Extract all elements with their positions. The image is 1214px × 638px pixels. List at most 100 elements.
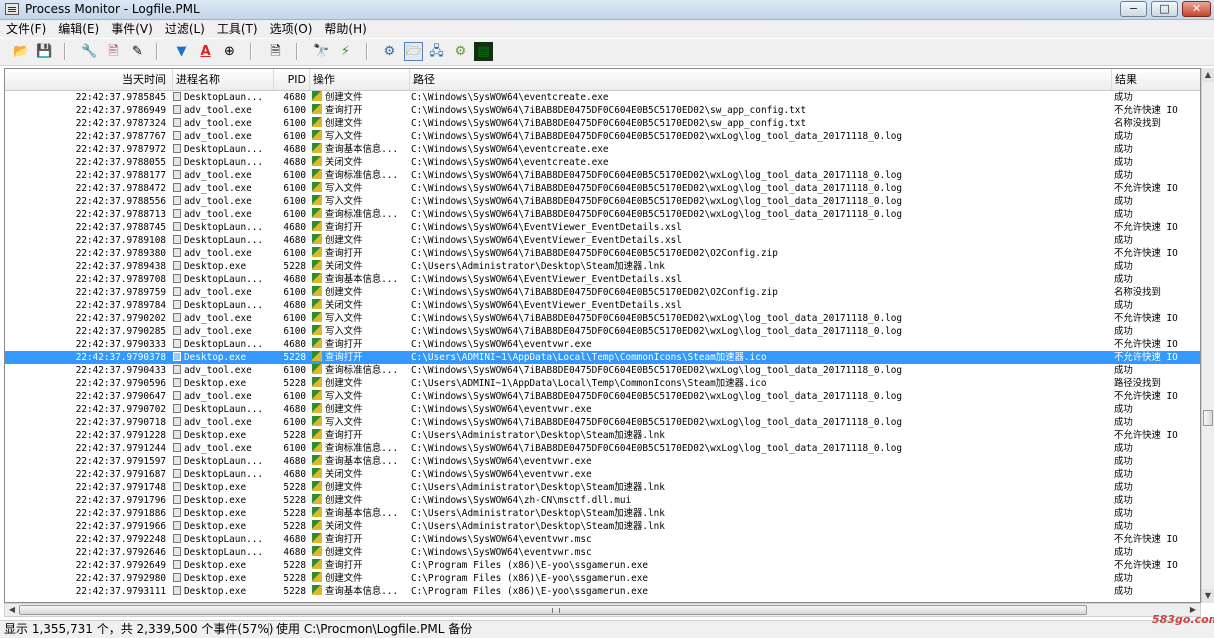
- menu-options[interactable]: 选项(O): [264, 20, 319, 38]
- event-row[interactable]: 22:42:37.9792248 DesktopLaun... 4680 查询打开 C:…: [5, 533, 1200, 546]
- open-icon[interactable]: 📂: [12, 42, 31, 61]
- event-row[interactable]: 22:42:37.9790433 adv_tool.exe 6100 查询标准信息..…: [5, 364, 1200, 377]
- event-path: C:\Users\Administrator\Desktop\Steam加速器.…: [411, 521, 665, 532]
- event-row[interactable]: 22:42:37.9792646 DesktopLaun... 4680 创建文件 C:…: [5, 546, 1200, 559]
- process-tree-icon[interactable]: 🗎: [266, 42, 285, 61]
- event-row[interactable]: 22:42:37.9791244 adv_tool.exe 6100 查询标准信息..…: [5, 442, 1200, 455]
- event-row[interactable]: 22:42:37.9788472 adv_tool.exe 6100 写入文件 C:\W…: [5, 182, 1200, 195]
- event-row[interactable]: 22:42:37.9791886 Desktop.exe 5228 查询基本信息...…: [5, 507, 1200, 520]
- save-icon[interactable]: 💾: [35, 42, 54, 61]
- event-row[interactable]: 22:42:37.9792649 Desktop.exe 5228 查询打开 C:\Pr…: [5, 559, 1200, 572]
- filter-icon[interactable]: ▼: [172, 42, 191, 61]
- event-row[interactable]: 22:42:37.9793111 Desktop.exe 5228 查询基本信息...…: [5, 585, 1200, 598]
- minimize-button[interactable]: −: [1120, 1, 1147, 17]
- event-time: 22:42:37.9788713: [75, 209, 166, 220]
- event-row[interactable]: 22:42:37.9790285 adv_tool.exe 6100 写入文件 C:\W…: [5, 325, 1200, 338]
- event-row[interactable]: 22:42:37.9785845 DesktopLaun... 4680 创建文件 C:…: [5, 91, 1200, 104]
- event-path-cell: C:\Windows\SysWOW64\7iBAB8DE0475DF0C604E…: [411, 312, 1111, 325]
- column-result[interactable]: 结果: [1112, 69, 1200, 90]
- event-row[interactable]: 22:42:37.9791966 Desktop.exe 5228 关闭文件 C:\Us…: [5, 520, 1200, 533]
- scroll-up-icon[interactable]: ▲: [1202, 68, 1214, 82]
- column-time[interactable]: 当天时间: [5, 69, 173, 90]
- autoscroll-icon[interactable]: 🖹: [104, 42, 123, 61]
- event-row[interactable]: 22:42:37.9789708 DesktopLaun... 4680 查询基本信息…: [5, 273, 1200, 286]
- menu-file[interactable]: 文件(F): [0, 20, 52, 38]
- event-path-cell: C:\Windows\SysWOW64\7iBAB8DE0475DF0C604E…: [411, 286, 1111, 299]
- event-result: 成功: [1114, 404, 1133, 415]
- column-process[interactable]: 进程名称: [173, 69, 274, 90]
- event-row[interactable]: 22:42:37.9791228 Desktop.exe 5228 查询打开 C:\Us…: [5, 429, 1200, 442]
- column-operation[interactable]: 操作: [310, 69, 410, 90]
- event-row[interactable]: 22:42:37.9789438 Desktop.exe 5228 关闭文件 C:\Us…: [5, 260, 1200, 273]
- event-time-cell: 22:42:37.9788556: [5, 195, 166, 208]
- close-button[interactable]: ✕: [1182, 1, 1211, 17]
- event-row[interactable]: 22:42:37.9789759 adv_tool.exe 6100 创建文件 C:\W…: [5, 286, 1200, 299]
- event-path: C:\Windows\SysWOW64\7iBAB8DE0475DF0C604E…: [411, 170, 903, 181]
- event-row[interactable]: 22:42:37.9788745 DesktopLaun... 4680 查询打开 C:…: [5, 221, 1200, 234]
- menu-event[interactable]: 事件(V): [105, 20, 159, 38]
- event-row[interactable]: 22:42:37.9790378 Desktop.exe 5228 查询打开 C:\Us…: [5, 351, 1200, 364]
- event-time: 22:42:37.9790718: [75, 417, 166, 428]
- process-thread-icon[interactable]: ⚙: [451, 42, 470, 61]
- profiling-icon[interactable]: ▤: [474, 42, 493, 61]
- vertical-scroll-thumb[interactable]: [1203, 410, 1213, 426]
- event-process: DesktopLaun...: [184, 235, 264, 246]
- event-row[interactable]: 22:42:37.9790202 adv_tool.exe 6100 写入文件 C:\W…: [5, 312, 1200, 325]
- scroll-left-icon[interactable]: ◀: [5, 604, 19, 616]
- event-row[interactable]: 22:42:37.9787767 adv_tool.exe 6100 写入文件 C:\W…: [5, 130, 1200, 143]
- event-row[interactable]: 22:42:37.9791748 Desktop.exe 5228 创建文件 C:\Us…: [5, 481, 1200, 494]
- filesystem-operation-icon: [312, 572, 322, 582]
- registry-icon[interactable]: ⚙: [380, 42, 399, 61]
- event-pid: 5228: [283, 521, 306, 532]
- event-row[interactable]: 22:42:37.9790596 Desktop.exe 5228 创建文件 C:\Us…: [5, 377, 1200, 390]
- highlight-icon[interactable]: A: [196, 42, 215, 61]
- event-path-cell: C:\Windows\SysWOW64\7iBAB8DE0475DF0C604E…: [411, 117, 1111, 130]
- network-icon[interactable]: 🖧: [427, 42, 446, 61]
- event-row[interactable]: 22:42:37.9790647 adv_tool.exe 6100 写入文件 C:\W…: [5, 390, 1200, 403]
- event-row[interactable]: 22:42:37.9789108 DesktopLaun... 4680 创建文件 C:…: [5, 234, 1200, 247]
- maximize-button[interactable]: □: [1151, 1, 1178, 17]
- event-row[interactable]: 22:42:37.9788177 adv_tool.exe 6100 查询标准信息..…: [5, 169, 1200, 182]
- event-row[interactable]: 22:42:37.9790702 DesktopLaun... 4680 创建文件 C:…: [5, 403, 1200, 416]
- menu-tools[interactable]: 工具(T): [211, 20, 264, 38]
- event-row[interactable]: 22:42:37.9786949 adv_tool.exe 6100 查询打开 C:\W…: [5, 104, 1200, 117]
- event-path-cell: C:\Windows\SysWOW64\7iBAB8DE0475DF0C604E…: [411, 247, 1111, 260]
- event-row[interactable]: 22:42:37.9787972 DesktopLaun... 4680 查询基本信息…: [5, 143, 1200, 156]
- find-icon[interactable]: 🔭: [312, 42, 331, 61]
- event-pid: 6100: [283, 105, 306, 116]
- menu-filter[interactable]: 过滤(L): [159, 20, 211, 38]
- event-row[interactable]: 22:42:37.9787324 adv_tool.exe 6100 创建文件 C:\W…: [5, 117, 1200, 130]
- event-time-cell: 22:42:37.9789708: [5, 273, 166, 286]
- event-row[interactable]: 22:42:37.9789784 DesktopLaun... 4680 关闭文件 C:…: [5, 299, 1200, 312]
- event-row[interactable]: 22:42:37.9789380 adv_tool.exe 6100 查询打开 C:\W…: [5, 247, 1200, 260]
- target-icon[interactable]: ⊕: [220, 42, 239, 61]
- event-process: adv_tool.exe: [184, 313, 252, 324]
- horizontal-scroll-thumb[interactable]: [19, 605, 1087, 615]
- horizontal-scrollbar[interactable]: ◀ ▶: [4, 603, 1201, 617]
- event-operation: 关闭文件: [325, 469, 363, 480]
- event-row[interactable]: 22:42:37.9792980 Desktop.exe 5228 创建文件 C:\Pr…: [5, 572, 1200, 585]
- event-row[interactable]: 22:42:37.9791597 DesktopLaun... 4680 查询基本信息…: [5, 455, 1200, 468]
- event-row[interactable]: 22:42:37.9791687 DesktopLaun... 4680 关闭文件 C:…: [5, 468, 1200, 481]
- event-row[interactable]: 22:42:37.9788713 adv_tool.exe 6100 查询标准信息..…: [5, 208, 1200, 221]
- vertical-scrollbar[interactable]: ▲ ▼: [1201, 68, 1214, 603]
- menu-help[interactable]: 帮助(H): [318, 20, 372, 38]
- event-grid[interactable]: 当天时间 进程名称 PID 操作 路径 结果 22:42:37.9785845 D…: [4, 68, 1201, 603]
- clear-icon[interactable]: ✎: [128, 42, 147, 61]
- event-row[interactable]: 22:42:37.9790333 DesktopLaun... 4680 查询打开 C:…: [5, 338, 1200, 351]
- event-row[interactable]: 22:42:37.9788556 adv_tool.exe 6100 写入文件 C:\W…: [5, 195, 1200, 208]
- filesystem-icon[interactable]: 🗁: [404, 42, 423, 61]
- scroll-down-icon[interactable]: ▼: [1202, 589, 1214, 603]
- event-row[interactable]: 22:42:37.9788055 DesktopLaun... 4680 关闭文件 C:…: [5, 156, 1200, 169]
- event-process: Desktop.exe: [184, 521, 247, 532]
- jump-icon[interactable]: ⚡: [336, 42, 355, 61]
- event-process-cell: adv_tool.exe: [173, 104, 273, 117]
- capture-icon[interactable]: 🔧: [80, 42, 99, 61]
- column-pid[interactable]: PID: [274, 69, 310, 90]
- event-process-cell: DesktopLaun...: [173, 234, 273, 247]
- column-path[interactable]: 路径: [410, 69, 1112, 90]
- menu-edit[interactable]: 编辑(E): [52, 20, 105, 38]
- event-row[interactable]: 22:42:37.9790718 adv_tool.exe 6100 写入文件 C:\W…: [5, 416, 1200, 429]
- event-row[interactable]: 22:42:37.9791796 Desktop.exe 5228 创建文件 C:\Wi…: [5, 494, 1200, 507]
- event-process: DesktopLaun...: [184, 222, 264, 233]
